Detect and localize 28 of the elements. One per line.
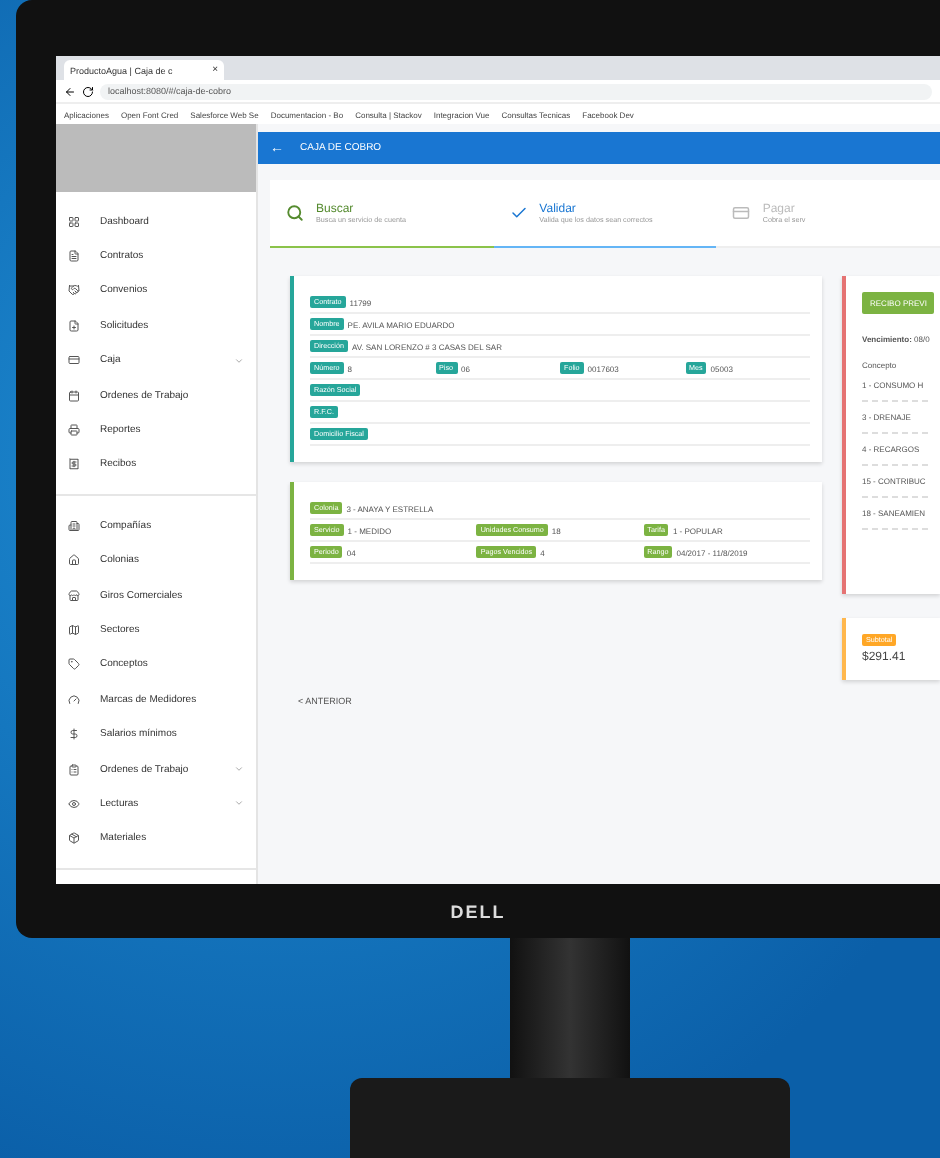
chevron-icon <box>234 764 244 775</box>
clipboard-icon <box>68 763 80 776</box>
store-icon <box>68 589 80 602</box>
monitor-stand <box>510 938 630 1079</box>
search-icon <box>286 204 304 222</box>
card-icon <box>732 204 751 222</box>
box-icon <box>68 832 80 845</box>
printer-icon <box>68 424 80 437</box>
building-icon <box>68 519 80 532</box>
back-icon[interactable] <box>64 85 76 97</box>
calendar-icon <box>68 389 80 402</box>
grid-icon <box>68 215 80 228</box>
chevron-icon <box>234 355 244 366</box>
receipt-icon <box>68 458 80 471</box>
card-icon <box>68 354 80 367</box>
handshake-icon <box>68 284 80 297</box>
map-icon <box>68 623 80 636</box>
chevron-icon <box>234 798 244 809</box>
check-icon <box>509 204 528 222</box>
reload-icon[interactable] <box>82 85 94 97</box>
eye-icon <box>68 797 80 810</box>
gauge-icon <box>68 693 80 706</box>
dollar-icon <box>68 728 80 741</box>
brand-logo: DELL <box>450 902 506 922</box>
file-plus-icon <box>68 319 80 332</box>
document-icon <box>68 250 80 263</box>
house-icon <box>68 554 80 567</box>
tag-icon <box>68 658 80 671</box>
